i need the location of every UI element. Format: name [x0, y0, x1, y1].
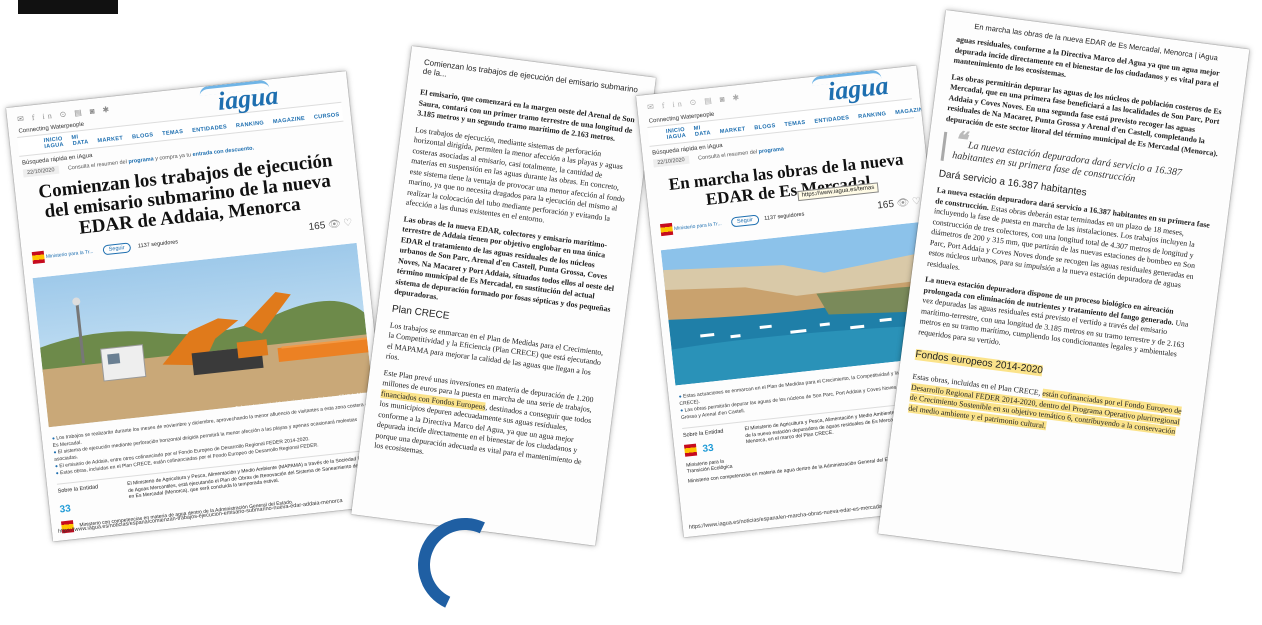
- highlighted-text: están cofinanciadas por el Fondo Europeo…: [907, 382, 1183, 436]
- nav-item-blogs[interactable]: BLOGS: [754, 123, 776, 131]
- program-link[interactable]: programa: [128, 156, 154, 165]
- banner-text-mid: y compra ya tu: [154, 152, 192, 163]
- about-entity-label: Sobre la Entidad: [682, 428, 724, 439]
- spain-flag-icon: [31, 250, 45, 264]
- nav-item-blogs[interactable]: BLOGS: [132, 132, 154, 140]
- followers-count: 1137 seguidores: [137, 239, 179, 250]
- program-link[interactable]: programa: [758, 146, 784, 155]
- date-label: 22/10/2020: [652, 155, 690, 168]
- eye-icon: 👁: [896, 197, 910, 210]
- article-page-addaia: ✉ f in ⊙ ▤ ◙ ✱ iagua Connecting Waterpeo…: [6, 71, 394, 542]
- date-label: 22/10/2020: [22, 165, 59, 178]
- nav-item-data[interactable]: DATA: [72, 139, 88, 147]
- nav-item-temas[interactable]: TEMAS: [162, 129, 184, 137]
- entity-count[interactable]: 33: [59, 498, 120, 515]
- paragraph-highlight: Estas obras, incluidas en el Plan CRECE,…: [907, 372, 1189, 449]
- nav-item-market[interactable]: MARKET: [97, 136, 123, 145]
- eye-icon: 👁: [327, 218, 342, 231]
- harbor-image: [660, 221, 940, 386]
- nav-item-magazine[interactable]: MAGAZINE: [273, 116, 306, 125]
- nav-item-magazine[interactable]: MAGAZINE: [895, 107, 928, 116]
- banner-text: Consulta el resumen del: [67, 159, 128, 172]
- follow-button[interactable]: Seguir: [730, 214, 760, 228]
- nav-item-entidades[interactable]: ENTIDADES: [814, 115, 849, 125]
- ministry-label: Ministerio para la Transición Ecológica: [685, 458, 733, 475]
- about-entity-label: Sobre la Entidad: [57, 484, 99, 495]
- nav-item-ranking[interactable]: RANKING: [858, 111, 887, 120]
- nav-item-cursos[interactable]: CURSOS: [314, 112, 340, 121]
- heart-icon[interactable]: ♡: [343, 217, 353, 229]
- views-counter: 165 👁 ♡: [308, 217, 353, 233]
- harbor-photo: [660, 221, 941, 390]
- spain-flag-icon: [659, 222, 674, 237]
- nav-item-temas[interactable]: TEMAS: [784, 120, 806, 128]
- nav-item-market[interactable]: MARKET: [720, 126, 746, 135]
- nav-item-entidades[interactable]: ENTIDADES: [192, 124, 227, 134]
- nav-item-data[interactable]: DATA: [695, 130, 711, 138]
- article-body-page-addaia: Comienzan los trabajos de ejecución del …: [351, 46, 656, 546]
- views-value: 165: [876, 198, 895, 212]
- nav-item-ranking[interactable]: RANKING: [236, 120, 265, 129]
- quote-icon: ❝: [952, 126, 968, 153]
- construction-photo: Trabajos de ejecución del emisario subma…: [32, 242, 374, 432]
- followers-count: 1137 seguidores: [764, 211, 805, 223]
- entity-count[interactable]: 33: [702, 442, 714, 454]
- logo-strip: [18, 0, 118, 14]
- views-value: 165: [308, 220, 326, 233]
- author-link[interactable]: Ministerio para la Tr...: [674, 221, 722, 232]
- banner-text: Consulta el resumen del: [697, 149, 758, 162]
- ministry-flag-icon: [683, 443, 698, 457]
- author-link[interactable]: Ministerio para la Tr...: [46, 249, 94, 260]
- follow-button[interactable]: Seguir: [102, 242, 132, 256]
- social-icons[interactable]: ✉ f in ⊙ ▤ ◙ ✱: [647, 93, 743, 112]
- section-heading-highlight: Fondos europeos 2014-2020: [914, 348, 1044, 377]
- ticket-link[interactable]: entrada con descuento.: [192, 145, 254, 158]
- views-counter: 165 👁 ♡: [877, 196, 922, 212]
- page-url: https://www.iagua.es/noticias/espana/en-…: [688, 501, 907, 531]
- article-body-page-es-mercadal: En marcha las obras de la nueva EDAR de …: [877, 10, 1250, 574]
